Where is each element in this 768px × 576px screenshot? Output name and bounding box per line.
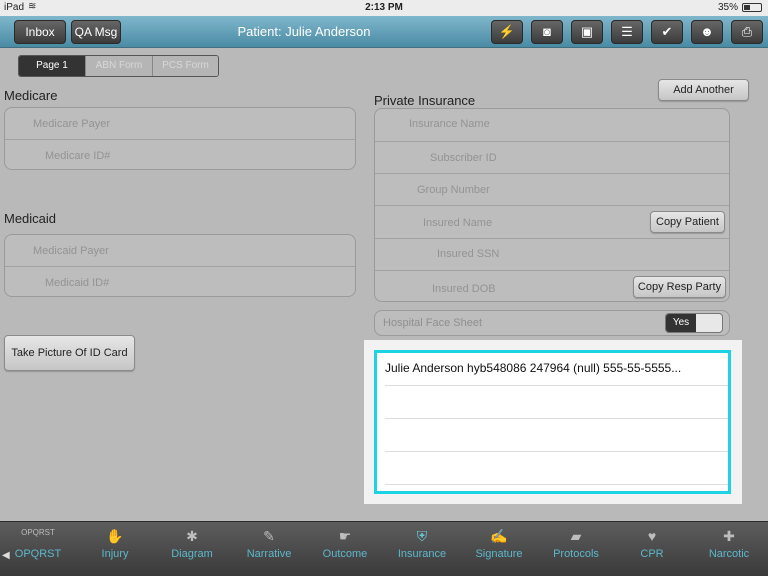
tab-signature[interactable]: ✍ Signature xyxy=(469,522,529,576)
battery-icon xyxy=(742,3,762,12)
battery-percent: 35% xyxy=(717,2,738,13)
tab-label: Outcome xyxy=(322,548,368,560)
folder-icon: ▰ xyxy=(570,528,582,544)
hospital-face-sheet-row: Hospital Face Sheet Yes xyxy=(374,310,730,336)
medicare-payer-field[interactable]: Medicare Payer xyxy=(5,108,355,139)
medicare-title: Medicare xyxy=(4,88,58,103)
check-icon[interactable]: ✔ xyxy=(651,20,683,44)
group-number-placeholder: Group Number xyxy=(417,184,490,196)
toggle-value: Yes xyxy=(666,314,696,332)
tab-pcs-form[interactable]: PCS Form xyxy=(152,56,218,76)
list-item[interactable] xyxy=(385,419,728,452)
medicare-id-placeholder: Medicare ID# xyxy=(45,150,111,162)
medicare-payer-placeholder: Medicare Payer xyxy=(33,118,111,130)
tab-label: Protocols xyxy=(553,548,599,560)
tab-protocols[interactable]: ▰ Protocols xyxy=(546,522,606,576)
tab-label: Injury xyxy=(101,548,129,560)
face-sheet-toggle[interactable]: Yes xyxy=(665,313,723,333)
medicaid-title: Medicaid xyxy=(4,211,57,226)
insured-dob-placeholder: Insured DOB xyxy=(432,283,496,295)
narcotic-icon: ✚ xyxy=(723,528,735,544)
hospital-face-sheet-label: Hospital Face Sheet xyxy=(383,317,483,329)
private-insurance-form: Insurance Name Subscriber ID Group Numbe… xyxy=(374,108,730,302)
insured-ssn-placeholder: Insured SSN xyxy=(437,248,500,260)
copy-patient-button[interactable]: Copy Patient xyxy=(650,211,725,233)
insured-name-placeholder: Insured Name xyxy=(423,217,493,229)
insurance-popup: Julie Anderson hyb548086 247964 (null) 5… xyxy=(364,340,742,504)
medicaid-id-placeholder: Medicaid ID# xyxy=(45,277,110,289)
page-selector: Page 1 ABN Form PCS Form xyxy=(18,55,219,77)
tab-cpr[interactable]: ♥ CPR xyxy=(622,522,682,576)
hand-icon: ✋ xyxy=(106,528,124,544)
medicare-id-field[interactable]: Medicare ID# xyxy=(5,139,355,170)
heart-icon: ♥ xyxy=(647,528,657,544)
camera-icon[interactable]: ◙ xyxy=(531,20,563,44)
medicaid-id-field[interactable]: Medicaid ID# xyxy=(5,266,355,297)
people-icon[interactable]: ☻ xyxy=(691,20,723,44)
insurance-shield-icon: ⛨ xyxy=(416,528,428,544)
take-picture-button[interactable]: Take Picture Of ID Card xyxy=(4,335,135,371)
subscriber-id-field[interactable]: Subscriber ID xyxy=(375,141,729,173)
tab-label: Diagram xyxy=(171,548,213,560)
body-diagram-icon: ✱ xyxy=(186,528,198,544)
printer-icon[interactable]: ⎙ xyxy=(731,20,763,44)
group-number-field[interactable]: Group Number xyxy=(375,173,729,205)
insured-ssn-field[interactable]: Insured SSN xyxy=(375,238,729,270)
tab-narrative[interactable]: ✎ Narrative xyxy=(239,522,299,576)
clipboard-icon[interactable]: ☰ xyxy=(611,20,643,44)
medicaid-payer-placeholder: Medicaid Payer xyxy=(33,245,109,257)
tab-outcome[interactable]: ☛ Outcome xyxy=(315,522,375,576)
tab-diagram[interactable]: ✱ Diagram xyxy=(162,522,222,576)
signature-icon: ✍ xyxy=(490,528,508,544)
bottom-tab-bar: ◀ OPQRST OPQRST ✋ Injury ✱ Diagram ✎ Nar… xyxy=(0,521,768,576)
medicaid-payer-field[interactable]: Medicaid Payer xyxy=(5,235,355,266)
insurance-name-placeholder: Insurance Name xyxy=(409,118,490,130)
tab-injury[interactable]: ✋ Injury xyxy=(85,522,145,576)
tab-label: Narrative xyxy=(246,548,292,560)
opqrst-icon: OPQRST xyxy=(21,528,55,537)
tab-label: Insurance xyxy=(397,548,447,560)
add-another-button[interactable]: Add Another xyxy=(658,79,749,101)
popup-list: Julie Anderson hyb548086 247964 (null) 5… xyxy=(374,350,731,494)
copy-resp-party-button[interactable]: Copy Resp Party xyxy=(633,276,726,298)
medicare-form: Medicare Payer Medicare ID# xyxy=(4,107,356,170)
tab-insurance[interactable]: ⛨ Insurance xyxy=(392,522,452,576)
tab-label: Signature xyxy=(475,548,523,560)
list-item[interactable] xyxy=(385,386,728,419)
title-bar: Inbox QA Msg Patient: Julie Anderson ⚡ ◙… xyxy=(0,16,768,48)
tab-abn-form[interactable]: ABN Form xyxy=(85,56,152,76)
outcome-icon: ☛ xyxy=(338,528,352,544)
subscriber-id-placeholder: Subscriber ID xyxy=(430,152,497,164)
list-item[interactable]: Julie Anderson hyb548086 247964 (null) 5… xyxy=(385,353,728,386)
medicaid-form: Medicaid Payer Medicaid ID# xyxy=(4,234,356,297)
status-bar: iPad ≋ 2:13 PM 35% xyxy=(0,0,768,16)
tab-label: Narcotic xyxy=(708,548,750,560)
list-item[interactable] xyxy=(385,452,728,485)
tab-page-1[interactable]: Page 1 xyxy=(19,56,85,76)
tab-opqrst[interactable]: OPQRST OPQRST xyxy=(8,522,68,576)
lightning-icon[interactable]: ⚡ xyxy=(491,20,523,44)
insurance-name-field[interactable]: Insurance Name xyxy=(375,109,729,141)
gallery-icon[interactable]: ▣ xyxy=(571,20,603,44)
private-insurance-title: Private Insurance xyxy=(374,93,476,108)
tab-narcotic[interactable]: ✚ Narcotic xyxy=(699,522,759,576)
narrative-icon: ✎ xyxy=(263,528,275,544)
clock: 2:13 PM xyxy=(365,2,403,13)
tab-label: OPQRST xyxy=(14,548,62,560)
tab-label: CPR xyxy=(640,548,664,560)
